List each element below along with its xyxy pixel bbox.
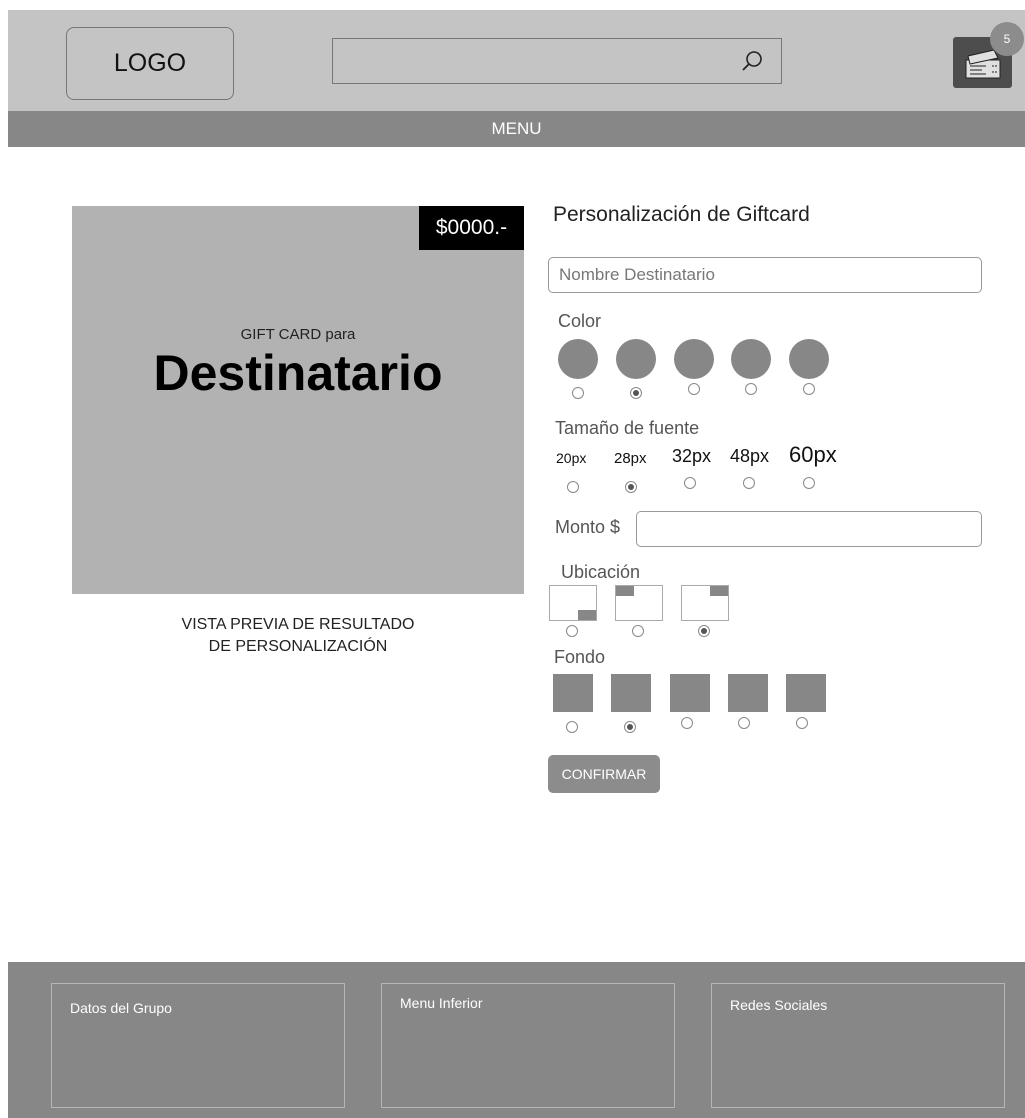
background-radio-5[interactable] xyxy=(796,717,808,729)
color-swatch-3[interactable] xyxy=(674,339,714,379)
cart-badge: 5 xyxy=(990,22,1024,56)
location-marker xyxy=(578,610,596,620)
preview-caption: VISTA PREVIA DE RESULTADO DE PERSONALIZA… xyxy=(72,614,524,658)
footer-social[interactable]: Redes Sociales xyxy=(711,983,1005,1108)
color-swatch-1[interactable] xyxy=(558,339,598,379)
location-radio-2[interactable] xyxy=(632,625,644,637)
background-radio-4[interactable] xyxy=(738,717,750,729)
color-radio-1[interactable] xyxy=(572,387,584,399)
form-title: Personalización de Giftcard xyxy=(553,203,810,226)
color-radio-5[interactable] xyxy=(803,383,815,395)
main-menu[interactable]: MENU xyxy=(8,111,1025,147)
font-size-radio-3[interactable] xyxy=(684,477,696,489)
background-swatch-1[interactable] xyxy=(553,674,593,712)
confirm-button[interactable]: CONFIRMAR xyxy=(548,755,660,793)
color-label: Color xyxy=(558,311,602,331)
font-size-radio-4[interactable] xyxy=(743,477,755,489)
font-size-option-28[interactable]: 28px xyxy=(614,450,647,467)
color-radio-3[interactable] xyxy=(688,383,700,395)
color-swatch-2[interactable] xyxy=(616,339,656,379)
color-radio-2[interactable] xyxy=(630,387,642,399)
color-swatch-5[interactable] xyxy=(789,339,829,379)
color-radio-4[interactable] xyxy=(745,383,757,395)
amount-label: Monto $ xyxy=(555,517,621,537)
location-marker xyxy=(616,586,634,596)
search-input[interactable] xyxy=(332,38,782,84)
footer-group-data[interactable]: Datos del Grupo xyxy=(51,983,345,1108)
font-size-radio-1[interactable] xyxy=(567,481,579,493)
background-radio-2[interactable] xyxy=(624,721,636,733)
location-marker xyxy=(710,586,728,596)
font-size-radio-2[interactable] xyxy=(625,481,637,493)
footer-bottom-menu[interactable]: Menu Inferior xyxy=(381,983,675,1108)
location-option-top-left[interactable] xyxy=(615,585,663,621)
font-size-option-48[interactable]: 48px xyxy=(730,446,769,467)
amount-input[interactable] xyxy=(636,511,982,547)
font-size-option-20[interactable]: 20px xyxy=(556,450,586,466)
background-radio-1[interactable] xyxy=(566,721,578,733)
background-label: Fondo xyxy=(554,647,606,667)
font-size-radio-5[interactable] xyxy=(803,477,815,489)
logo[interactable]: LOGO xyxy=(66,27,234,100)
font-size-option-60[interactable]: 60px xyxy=(789,442,837,468)
location-option-bottom-right[interactable] xyxy=(549,585,597,621)
background-swatch-2[interactable] xyxy=(611,674,651,712)
font-size-label: Tamaño de fuente xyxy=(555,418,700,438)
location-option-top-right[interactable] xyxy=(681,585,729,621)
gift-card-for-text: GIFT CARD para xyxy=(240,326,356,343)
color-swatch-4[interactable] xyxy=(731,339,771,379)
background-radio-3[interactable] xyxy=(681,717,693,729)
search-icon[interactable] xyxy=(738,48,766,76)
recipient-name-input[interactable] xyxy=(548,257,982,293)
location-label: Ubicación xyxy=(561,562,641,582)
background-swatch-4[interactable] xyxy=(728,674,768,712)
location-radio-1[interactable] xyxy=(566,625,578,637)
background-swatch-5[interactable] xyxy=(786,674,826,712)
background-swatch-3[interactable] xyxy=(670,674,710,712)
preview-caption-line1: VISTA PREVIA DE RESULTADO xyxy=(181,616,415,633)
font-size-option-32[interactable]: 32px xyxy=(672,446,711,467)
preview-caption-line2: DE PERSONALIZACIÓN xyxy=(208,638,388,655)
price-tag: $0000.- xyxy=(419,206,524,250)
recipient-name-preview: Destinatario xyxy=(153,345,443,401)
location-radio-3[interactable] xyxy=(698,625,710,637)
